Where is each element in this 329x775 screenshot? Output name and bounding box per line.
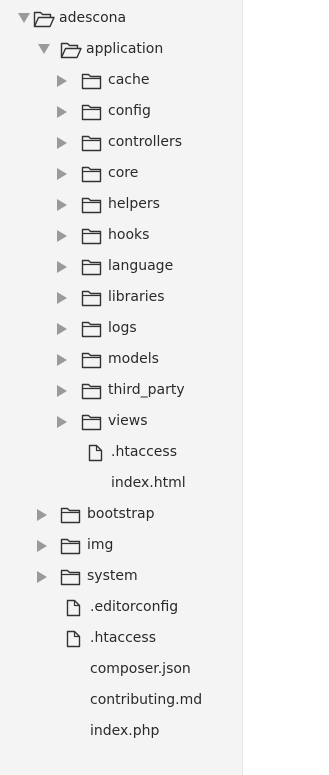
tree-item-views[interactable]: views (0, 406, 242, 437)
tree-item-img[interactable]: img (0, 530, 242, 561)
chevron-right-icon[interactable] (57, 406, 71, 437)
tree-item-htaccess-root[interactable]: .htaccess (0, 623, 242, 654)
tree-item-models[interactable]: models (0, 344, 242, 375)
tree-item-label: composer.json (90, 661, 191, 677)
folder-icon (81, 351, 103, 369)
tree-item-label: third_party (108, 382, 185, 398)
tree-item-adescona[interactable]: adescona (0, 3, 242, 34)
tree-item-label: .htaccess (90, 630, 156, 646)
tree-item-label: index.php (90, 723, 160, 739)
tree-item-label: views (108, 413, 148, 429)
folder-icon (81, 134, 103, 152)
tree-item-label: hooks (108, 227, 150, 243)
tree-item-application[interactable]: application (0, 34, 242, 65)
chevron-right-icon[interactable] (37, 499, 51, 530)
file-explorer-panel: adescona application cache config contro… (0, 0, 243, 775)
tree-item-label: adescona (59, 10, 127, 26)
file-icon (86, 444, 108, 462)
chevron-right-icon[interactable] (57, 282, 71, 313)
tree-item-label: libraries (108, 289, 165, 305)
folder-icon (60, 506, 82, 524)
folder-icon (81, 165, 103, 183)
tree-item-contributing-md[interactable]: contributing.md (0, 685, 242, 716)
chevron-right-icon[interactable] (37, 561, 51, 592)
tree-item-editorconfig[interactable]: .editorconfig (0, 592, 242, 623)
tree-item-index-php[interactable]: index.php (0, 716, 242, 747)
tree-item-label: .editorconfig (90, 599, 179, 615)
chevron-right-icon[interactable] (57, 251, 71, 282)
tree-item-label: application (86, 41, 164, 57)
tree-item-controllers[interactable]: controllers (0, 127, 242, 158)
folder-icon (81, 320, 103, 338)
tree-item-label: contributing.md (90, 692, 203, 708)
chevron-right-icon[interactable] (57, 344, 71, 375)
tree-item-label: models (108, 351, 159, 367)
chevron-right-icon[interactable] (57, 65, 71, 96)
chevron-right-icon[interactable] (57, 313, 71, 344)
folder-open-icon (60, 41, 82, 59)
tree-item-label: core (108, 165, 139, 181)
folder-open-icon (33, 10, 55, 28)
tree-item-cache[interactable]: cache (0, 65, 242, 96)
tree-item-helpers[interactable]: helpers (0, 189, 242, 220)
chevron-down-icon[interactable] (38, 34, 52, 65)
folder-icon (60, 537, 82, 555)
file-icon (64, 630, 86, 648)
tree-item-index-html[interactable]: index.html (0, 468, 242, 499)
tree-item-label: controllers (108, 134, 183, 150)
folder-icon (81, 289, 103, 307)
tree-item-language[interactable]: language (0, 251, 242, 282)
tree-item-label: language (108, 258, 174, 274)
tree-item-label: index.html (111, 475, 186, 491)
tree-item-bootstrap[interactable]: bootstrap (0, 499, 242, 530)
folder-icon (81, 72, 103, 90)
chevron-right-icon[interactable] (57, 158, 71, 189)
tree-item-composer-json[interactable]: composer.json (0, 654, 242, 685)
tree-item-label: .htaccess (111, 444, 177, 460)
chevron-right-icon[interactable] (57, 96, 71, 127)
tree-item-label: bootstrap (87, 506, 155, 522)
file-icon (64, 599, 86, 617)
tree-item-hooks[interactable]: hooks (0, 220, 242, 251)
tree-item-label: logs (108, 320, 137, 336)
folder-icon (81, 258, 103, 276)
tree-item-core[interactable]: core (0, 158, 242, 189)
chevron-right-icon[interactable] (57, 375, 71, 406)
folder-icon (81, 413, 103, 431)
tree-item-config[interactable]: config (0, 96, 242, 127)
tree-item-libraries[interactable]: libraries (0, 282, 242, 313)
folder-icon (81, 196, 103, 214)
tree-item-label: cache (108, 72, 150, 88)
tree-item-label: img (87, 537, 114, 553)
chevron-right-icon[interactable] (57, 220, 71, 251)
tree-item-system[interactable]: system (0, 561, 242, 592)
tree-item-label: helpers (108, 196, 160, 212)
tree-item-label: system (87, 568, 138, 584)
folder-icon (81, 382, 103, 400)
tree-item-label: config (108, 103, 151, 119)
chevron-right-icon[interactable] (37, 530, 51, 561)
chevron-right-icon[interactable] (57, 127, 71, 158)
chevron-right-icon[interactable] (57, 189, 71, 220)
folder-icon (81, 227, 103, 245)
tree-item-logs[interactable]: logs (0, 313, 242, 344)
chevron-down-icon[interactable] (18, 3, 32, 34)
tree-item-htaccess[interactable]: .htaccess (0, 437, 242, 468)
folder-icon (81, 103, 103, 121)
tree-item-third-party[interactable]: third_party (0, 375, 242, 406)
file-tree: adescona application cache config contro… (0, 3, 242, 747)
folder-icon (60, 568, 82, 586)
